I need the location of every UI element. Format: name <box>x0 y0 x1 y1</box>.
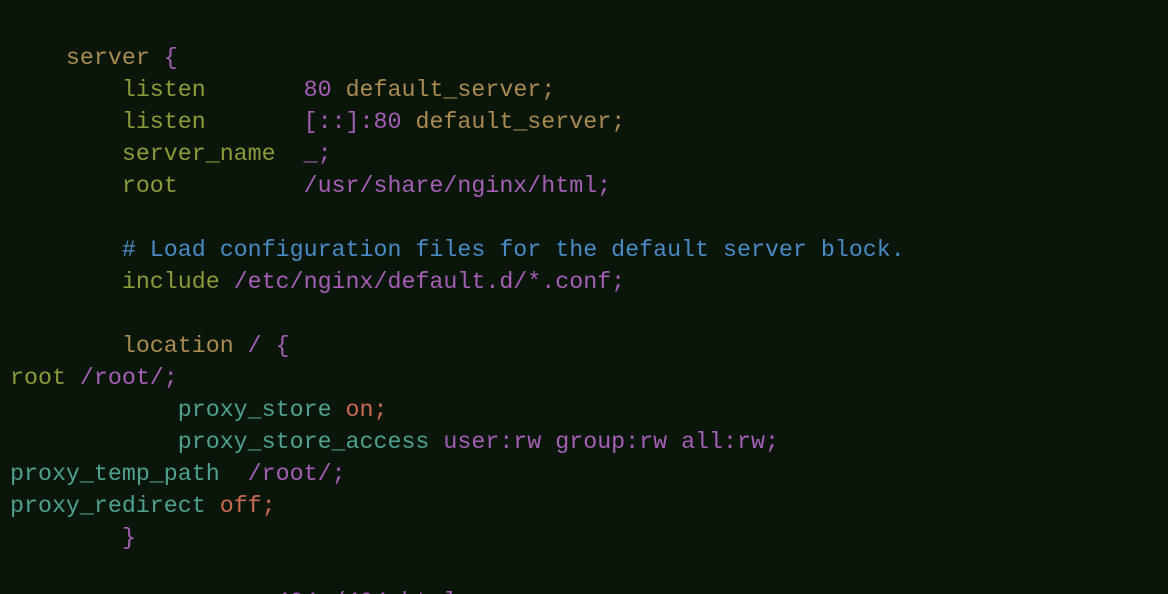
code-token-brace: { <box>163 45 178 71</box>
code-line <box>10 298 905 330</box>
code-line: # Load configuration files for the defau… <box>10 234 905 266</box>
code-line: proxy_store on; <box>10 394 905 426</box>
code-token-value: /root/; <box>79 365 178 391</box>
code-token-value: / <box>247 333 262 359</box>
code-token-value: 80 <box>303 77 332 103</box>
code-line: listen 80 default_server; <box>10 74 905 106</box>
code-token-value: _; <box>303 141 332 167</box>
code-token-directive-alt: proxy_temp_path <box>10 461 220 487</box>
code-token-onoff: on; <box>345 397 388 423</box>
code-line <box>10 202 905 234</box>
code-content[interactable]: # for more information. server { listen … <box>10 0 905 594</box>
code-token-directive: root <box>10 365 66 391</box>
code-token-string: default_server; <box>415 109 626 135</box>
code-token-directive: include <box>121 269 220 295</box>
code-token-comment: # for more information. <box>66 0 388 7</box>
code-token-value: /usr/share/nginx/html; <box>303 173 612 199</box>
code-token-directive: listen <box>121 77 206 103</box>
code-token-directive-alt: proxy_store_access <box>177 429 430 455</box>
code-token-directive-alt: proxy_redirect <box>10 493 206 519</box>
code-token-directive: listen <box>121 109 206 135</box>
code-token-brace: { <box>275 333 290 359</box>
code-line: proxy_temp_path /root/; <box>10 458 905 490</box>
code-line: location / { <box>10 330 905 362</box>
code-line: root /usr/share/nginx/html; <box>10 170 905 202</box>
code-line: proxy_store_access user:rw group:rw all:… <box>10 426 905 458</box>
code-token-string: default_server; <box>345 77 556 103</box>
code-token-value: [::]:80 <box>303 109 402 135</box>
code-token-comment: # Load configuration files for the defau… <box>121 237 905 263</box>
code-line: server { <box>10 42 905 74</box>
code-editor[interactable]: # for more information. server { listen … <box>0 0 1168 594</box>
code-line: # for more information. <box>10 0 905 10</box>
code-line: proxy_redirect off; <box>10 490 905 522</box>
code-line: error_page 404 /404.html; <box>10 586 905 594</box>
code-token-brace: } <box>121 525 136 551</box>
code-line <box>10 554 905 586</box>
code-token-directive: server_name <box>121 141 276 167</box>
code-token-value: /etc/nginx/default.d/*.conf; <box>233 269 626 295</box>
code-token-directive: root <box>121 173 178 199</box>
code-token-keyword: location <box>121 333 234 359</box>
code-token-onoff: off; <box>219 493 276 519</box>
code-line: listen [::]:80 default_server; <box>10 106 905 138</box>
code-line <box>10 10 905 42</box>
code-token-value: /root/; <box>247 461 346 487</box>
code-line: } <box>10 522 905 554</box>
code-line: include /etc/nginx/default.d/*.conf; <box>10 266 905 298</box>
code-token-directive: error_page <box>122 589 262 594</box>
code-token-value: 404 /404.html; <box>276 589 472 594</box>
code-line: root /root/; <box>10 362 905 394</box>
code-line: server_name _; <box>10 138 905 170</box>
code-token-keyword: server <box>65 45 150 71</box>
code-token-directive-alt: proxy_store <box>177 397 332 423</box>
code-token-value: user:rw group:rw all:rw; <box>443 429 779 455</box>
